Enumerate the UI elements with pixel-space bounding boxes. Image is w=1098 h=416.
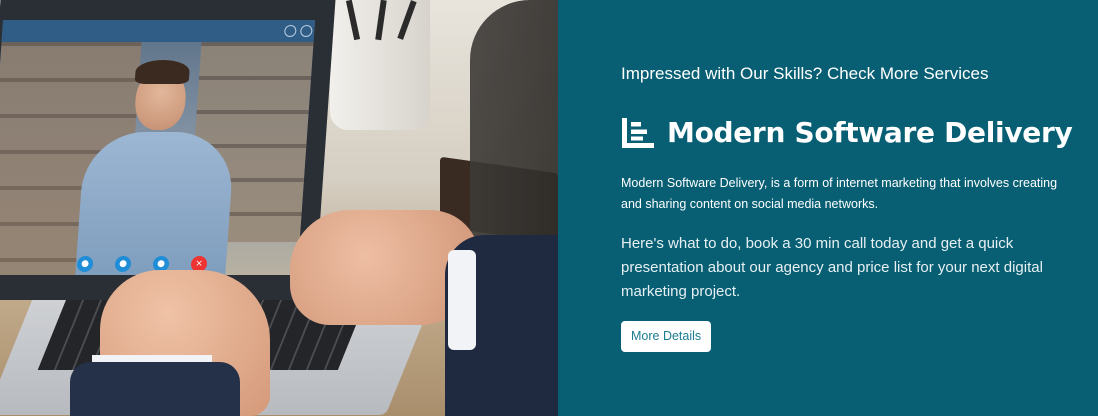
bar-chart-list-icon — [622, 117, 654, 148]
services-content: Impressed with Our Skills? Check More Se… — [621, 0, 1073, 416]
service-description: Modern Software Delivery, is a form of i… — [621, 176, 1058, 211]
services-banner: ● ● ● × Impressed with Our Skills? Check… — [0, 0, 1098, 416]
page-title: Modern Software Delivery — [667, 116, 1073, 149]
camera-icon: ● — [76, 255, 94, 272]
section-kicker: Impressed with Our Skills? Check More Se… — [621, 64, 989, 83]
minimize-icon — [283, 25, 297, 37]
more-details-button[interactable]: More Details — [621, 321, 712, 352]
laptop-video-call-photo: ● ● ● × — [0, 0, 558, 416]
call-pitch: Here's what to do, book a 30 min call to… — [621, 235, 1043, 300]
expand-icon — [299, 25, 313, 37]
heading-row: Modern Software Delivery — [621, 116, 1073, 149]
signal-icon: ● — [114, 255, 132, 272]
laptop-screen: ● ● ● × — [0, 0, 336, 300]
